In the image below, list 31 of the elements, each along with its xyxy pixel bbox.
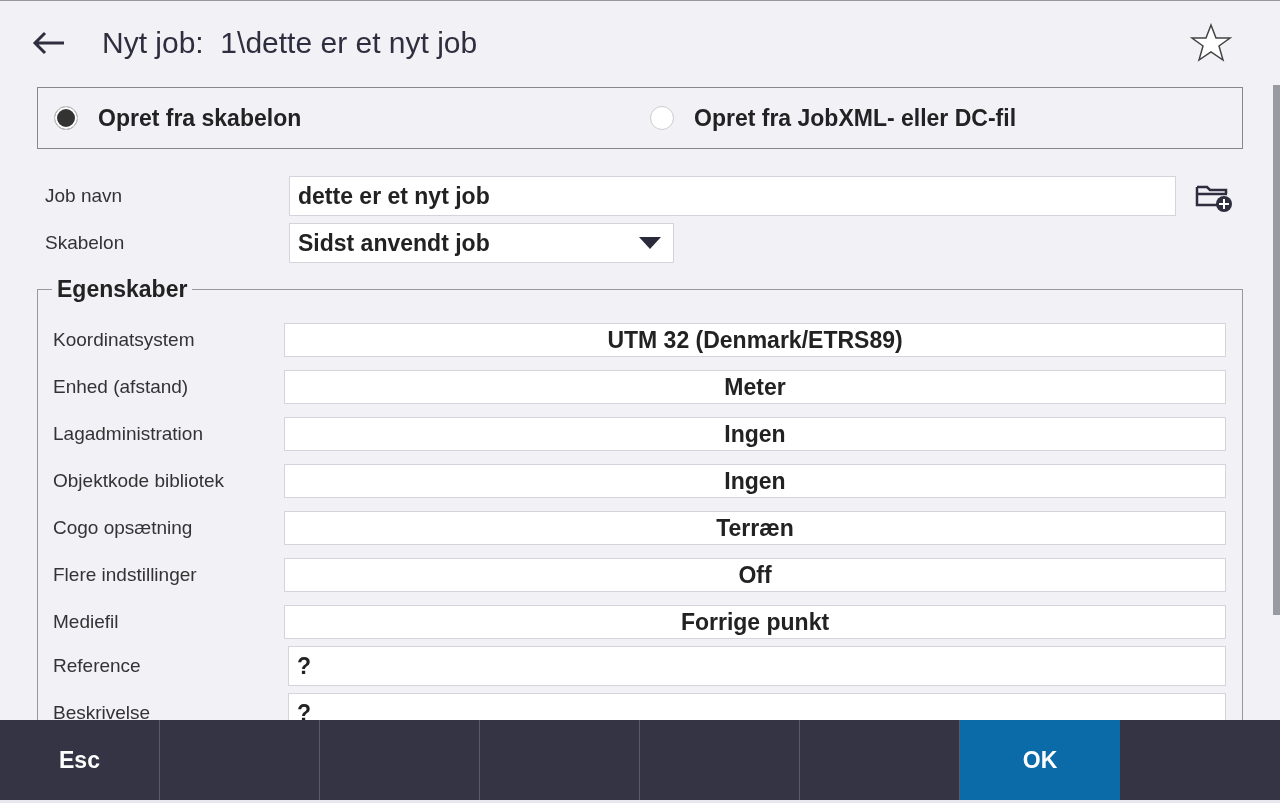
property-button[interactable]: Meter: [284, 370, 1226, 404]
property-label: Koordinatsystem: [53, 329, 196, 351]
page-title: Nyt job: 1\dette er et nyt job: [102, 26, 479, 60]
property-label: Flere indstillinger: [53, 564, 198, 586]
property-button[interactable]: Forrige punkt: [284, 605, 1226, 639]
property-field[interactable]: ?: [288, 693, 1226, 720]
property-button[interactable]: Off: [284, 558, 1226, 592]
property-label: Beskrivelse: [53, 702, 152, 720]
back-arrow-icon: [32, 31, 66, 55]
scrollbar[interactable]: [1273, 85, 1280, 615]
property-label: Reference: [53, 655, 142, 677]
field-label: Skabelon: [44, 232, 126, 254]
property-label: Enhed (afstand): [53, 376, 190, 398]
property-label: Cogo opsætning: [53, 517, 194, 539]
property-label: Lagadministration: [53, 423, 204, 445]
property-label: Objektkode bibliotek: [53, 470, 226, 492]
property-button[interactable]: Ingen: [284, 417, 1226, 451]
property-button[interactable]: UTM 32 (Denmark/ETRS89): [284, 323, 1226, 357]
job-name-field[interactable]: dette er et nyt job: [289, 176, 1176, 216]
property-label: Mediefil: [53, 611, 120, 633]
dropdown-caret-icon: [639, 237, 661, 249]
radio-option[interactable]: Opret fra skabelon: [38, 104, 640, 132]
radio-option[interactable]: Opret fra JobXML- eller DC-fil: [640, 104, 1242, 132]
property-button[interactable]: Ingen: [284, 464, 1226, 498]
ok-button[interactable]: OK: [960, 720, 1120, 800]
star-icon[interactable]: [1190, 23, 1232, 63]
template-dropdown[interactable]: Sidst anvendt job: [289, 223, 674, 263]
group-title: Egenskaber: [52, 276, 193, 302]
property-button[interactable]: Terræn: [284, 511, 1226, 545]
property-field[interactable]: ?: [288, 646, 1226, 686]
field-label: Job navn: [44, 185, 124, 207]
